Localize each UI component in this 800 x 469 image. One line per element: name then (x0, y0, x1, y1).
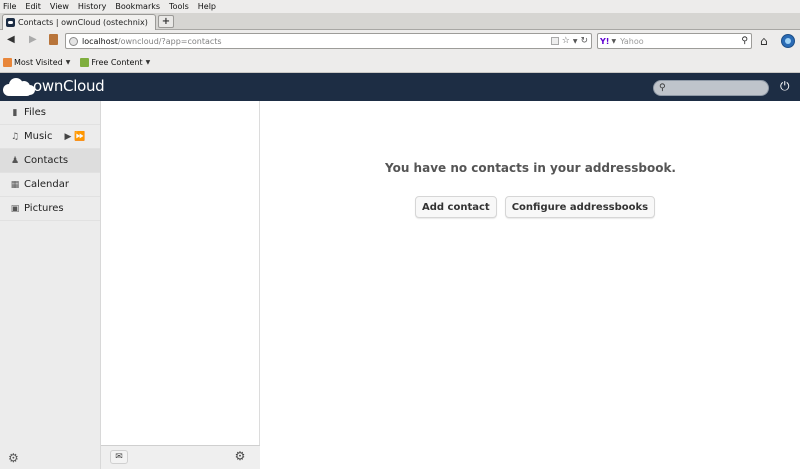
profile-icon[interactable] (781, 34, 795, 48)
url-path: /owncloud/?app=contacts (117, 36, 222, 46)
tab-title: Contacts | ownCloud (ostechnix) (18, 18, 148, 27)
app-search-input[interactable]: ⚲ (653, 80, 769, 96)
import-contacts-icon[interactable]: ✉ (110, 450, 128, 464)
folder-icon (80, 57, 90, 67)
nav-label: Contacts (24, 155, 69, 166)
owncloud-favicon-icon (6, 18, 15, 27)
menu-file[interactable]: File (3, 2, 16, 11)
configure-addressbooks-button[interactable]: Configure addressbooks (504, 196, 656, 218)
site-identity-icon[interactable] (69, 36, 78, 46)
url-bar[interactable]: localhost/owncloud/?app=contacts ☆ ▼ ↻ (65, 33, 592, 49)
contacts-settings-gear-icon[interactable]: ⚙ (231, 450, 249, 464)
search-icon[interactable]: ⚲ (741, 36, 748, 46)
add-contact-button[interactable]: Add contact (415, 196, 497, 218)
app-navigation: ▮ Files ♫ Music ▶ ⏩ ♟ Contacts ▦ Calenda… (0, 101, 101, 469)
logout-power-icon[interactable]: ⏻ (780, 79, 790, 94)
url-host: localhost (82, 36, 118, 46)
contacts-main: You have no contacts in your addressbook… (261, 101, 800, 469)
nav-label: Music (24, 131, 53, 142)
menu-help[interactable]: Help (198, 2, 216, 11)
chevron-down-icon: ▼ (65, 58, 71, 66)
browser-menubar: File Edit View History Bookmarks Tools H… (0, 0, 800, 13)
chevron-down-icon: ▼ (145, 58, 151, 66)
dropdown-icon[interactable]: ▼ (573, 38, 578, 45)
nav-label: Calendar (24, 179, 69, 190)
calendar-icon: ▦ (10, 179, 20, 190)
reload-icon[interactable]: ↻ (580, 36, 588, 46)
home-icon[interactable]: ⌂ (760, 34, 768, 48)
search-bar[interactable]: Y! ▼ Yahoo ⚲ (597, 33, 752, 49)
contact-list-toolbar: ✉ ⚙ (101, 445, 260, 469)
cloud-icon (3, 76, 35, 96)
browser-tab[interactable]: Contacts | ownCloud (ostechnix) (2, 14, 156, 30)
search-placeholder: Yahoo (620, 36, 644, 46)
menu-history[interactable]: History (78, 2, 106, 11)
menu-edit[interactable]: Edit (25, 2, 41, 11)
folder-icon: ▮ (12, 107, 18, 118)
feed-icon[interactable] (550, 37, 559, 45)
nav-label: Pictures (24, 203, 64, 214)
menu-view[interactable]: View (50, 2, 69, 11)
people-icon: ♟ (10, 155, 20, 166)
tab-strip: Contacts | ownCloud (ostechnix) + (0, 13, 800, 30)
empty-state-actions: Add contact Configure addressbooks (415, 196, 656, 218)
nav-item-contacts[interactable]: ♟ Contacts (0, 149, 100, 173)
bookmark-label: Most Visited (14, 57, 63, 67)
bookmarks-toolbar: Most Visited ▼ Free Content ▼ (0, 52, 800, 73)
star-icon[interactable]: ☆ (562, 36, 570, 46)
nav-item-pictures[interactable]: ▣ Pictures (0, 197, 100, 221)
nav-item-files[interactable]: ▮ Files (0, 101, 100, 125)
search-engine-dropdown-icon[interactable]: ▼ (611, 38, 616, 45)
empty-state-message: You have no contacts in your addressbook… (385, 161, 676, 175)
back-arrow-icon[interactable]: ◀ (7, 35, 15, 45)
yahoo-icon[interactable]: Y! (600, 37, 609, 46)
menu-bookmarks[interactable]: Bookmarks (115, 2, 160, 11)
owncloud-logo[interactable]: ownCloud (3, 76, 105, 96)
bookmark-free-content[interactable]: Free Content ▼ (80, 57, 151, 67)
picture-icon: ▣ (10, 203, 20, 214)
forward-arrow-icon[interactable]: ▶ (29, 35, 37, 45)
settings-gear-icon[interactable]: ⚙ (8, 451, 19, 465)
contact-list: ✉ ⚙ (101, 101, 260, 469)
nav-label: Files (24, 107, 46, 118)
brand-name: ownCloud (33, 77, 105, 95)
most-visited-icon (3, 57, 12, 67)
bookmark-most-visited[interactable]: Most Visited ▼ (3, 57, 71, 67)
nav-item-calendar[interactable]: ▦ Calendar (0, 173, 100, 197)
play-icon[interactable]: ▶ (64, 132, 72, 142)
nav-item-music[interactable]: ♫ Music ▶ ⏩ (0, 125, 100, 149)
menu-tools[interactable]: Tools (169, 2, 189, 11)
music-note-icon: ♫ (10, 131, 20, 142)
bookmark-menu-icon[interactable] (49, 34, 58, 45)
search-icon: ⚲ (659, 83, 666, 93)
browser-navbar: ◀ ▶ localhost/owncloud/?app=contacts ☆ ▼… (0, 30, 800, 52)
new-tab-button[interactable]: + (158, 15, 174, 28)
bookmark-label: Free Content (91, 57, 143, 67)
next-track-icon[interactable]: ⏩ (74, 132, 86, 142)
